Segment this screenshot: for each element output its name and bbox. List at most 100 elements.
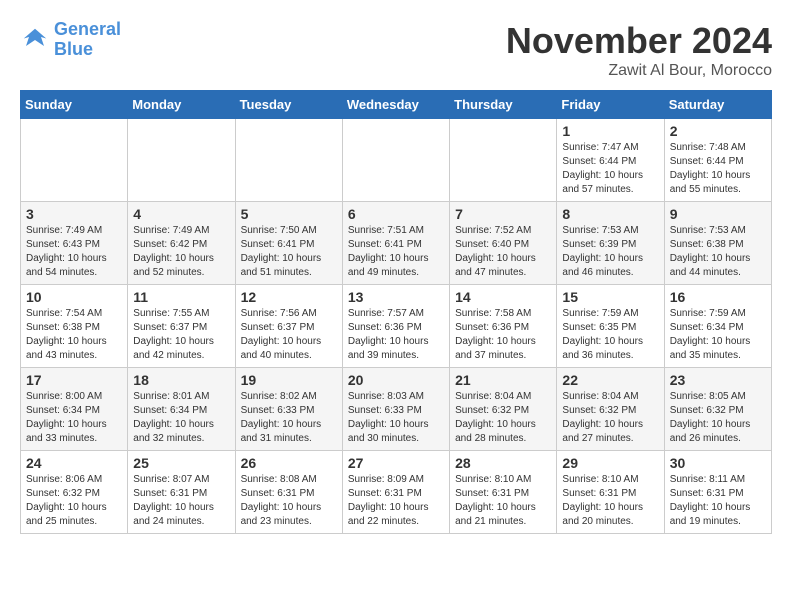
day-number: 5	[241, 206, 337, 222]
day-info: Sunrise: 8:01 AM Sunset: 6:34 PM Dayligh…	[133, 390, 229, 446]
calendar-cell: 22 Sunrise: 8:04 AM Sunset: 6:32 PM Dayli…	[557, 368, 664, 451]
day-number: 2	[670, 123, 766, 139]
day-info: Sunrise: 8:00 AM Sunset: 6:34 PM Dayligh…	[26, 390, 122, 446]
day-number: 26	[241, 455, 337, 471]
calendar-week-row: 24 Sunrise: 8:06 AM Sunset: 6:32 PM Dayli…	[21, 451, 772, 534]
day-info: Sunrise: 7:59 AM Sunset: 6:34 PM Dayligh…	[670, 307, 766, 363]
day-info: Sunrise: 8:06 AM Sunset: 6:32 PM Dayligh…	[26, 473, 122, 529]
calendar-cell: 3Sunrise: 7:49 AM Sunset: 6:43 PM Daylig…	[21, 202, 128, 285]
day-info: Sunrise: 8:11 AM Sunset: 6:31 PM Dayligh…	[670, 473, 766, 529]
day-info: Sunrise: 7:56 AM Sunset: 6:37 PM Dayligh…	[241, 307, 337, 363]
calendar-cell: 11 Sunrise: 7:55 AM Sunset: 6:37 PM Dayli…	[128, 285, 235, 368]
day-number: 3	[26, 206, 122, 222]
logo-text: General Blue	[54, 20, 121, 60]
weekday-header-row: SundayMondayTuesdayWednesdayThursdayFrid…	[21, 91, 772, 119]
calendar-table: SundayMondayTuesdayWednesdayThursdayFrid…	[20, 90, 772, 534]
weekday-header-sunday: Sunday	[21, 91, 128, 119]
day-number: 30	[670, 455, 766, 471]
calendar-cell: 7 Sunrise: 7:52 AM Sunset: 6:40 PM Daylig…	[450, 202, 557, 285]
calendar-cell: 20 Sunrise: 8:03 AM Sunset: 6:33 PM Dayli…	[342, 368, 449, 451]
calendar-cell: 30 Sunrise: 8:11 AM Sunset: 6:31 PM Dayli…	[664, 451, 771, 534]
month-year-title: November 2024	[506, 20, 772, 62]
day-info: Sunrise: 7:50 AM Sunset: 6:41 PM Dayligh…	[241, 224, 337, 280]
day-number: 25	[133, 455, 229, 471]
calendar-cell: 17 Sunrise: 8:00 AM Sunset: 6:34 PM Dayli…	[21, 368, 128, 451]
day-info: Sunrise: 7:47 AM Sunset: 6:44 PM Dayligh…	[562, 141, 658, 197]
calendar-cell: 18 Sunrise: 8:01 AM Sunset: 6:34 PM Dayli…	[128, 368, 235, 451]
calendar-cell: 1Sunrise: 7:47 AM Sunset: 6:44 PM Daylig…	[557, 119, 664, 202]
day-number: 28	[455, 455, 551, 471]
page-header: General Blue November 2024 Zawit Al Bour…	[20, 20, 772, 80]
day-info: Sunrise: 8:07 AM Sunset: 6:31 PM Dayligh…	[133, 473, 229, 529]
day-info: Sunrise: 8:03 AM Sunset: 6:33 PM Dayligh…	[348, 390, 444, 446]
calendar-cell: 23Sunrise: 8:05 AM Sunset: 6:32 PM Dayli…	[664, 368, 771, 451]
day-number: 15	[562, 289, 658, 305]
day-number: 9	[670, 206, 766, 222]
day-number: 21	[455, 372, 551, 388]
calendar-cell: 6 Sunrise: 7:51 AM Sunset: 6:41 PM Daylig…	[342, 202, 449, 285]
day-number: 4	[133, 206, 229, 222]
calendar-cell: 15 Sunrise: 7:59 AM Sunset: 6:35 PM Dayli…	[557, 285, 664, 368]
calendar-week-row: 1Sunrise: 7:47 AM Sunset: 6:44 PM Daylig…	[21, 119, 772, 202]
day-info: Sunrise: 7:53 AM Sunset: 6:38 PM Dayligh…	[670, 224, 766, 280]
weekday-header-tuesday: Tuesday	[235, 91, 342, 119]
calendar-cell: 14 Sunrise: 7:58 AM Sunset: 6:36 PM Dayli…	[450, 285, 557, 368]
day-number: 6	[348, 206, 444, 222]
day-number: 7	[455, 206, 551, 222]
weekday-header-wednesday: Wednesday	[342, 91, 449, 119]
calendar-cell: 10 Sunrise: 7:54 AM Sunset: 6:38 PM Dayli…	[21, 285, 128, 368]
calendar-cell	[235, 119, 342, 202]
weekday-header-thursday: Thursday	[450, 91, 557, 119]
day-info: Sunrise: 8:08 AM Sunset: 6:31 PM Dayligh…	[241, 473, 337, 529]
day-info: Sunrise: 7:57 AM Sunset: 6:36 PM Dayligh…	[348, 307, 444, 363]
calendar-cell	[21, 119, 128, 202]
day-info: Sunrise: 7:59 AM Sunset: 6:35 PM Dayligh…	[562, 307, 658, 363]
calendar-cell: 19Sunrise: 8:02 AM Sunset: 6:33 PM Dayli…	[235, 368, 342, 451]
day-number: 27	[348, 455, 444, 471]
day-info: Sunrise: 8:04 AM Sunset: 6:32 PM Dayligh…	[562, 390, 658, 446]
day-number: 17	[26, 372, 122, 388]
title-block: November 2024 Zawit Al Bour, Morocco	[506, 20, 772, 80]
day-number: 18	[133, 372, 229, 388]
day-number: 13	[348, 289, 444, 305]
calendar-cell: 5 Sunrise: 7:50 AM Sunset: 6:41 PM Daylig…	[235, 202, 342, 285]
weekday-header-saturday: Saturday	[664, 91, 771, 119]
calendar-cell: 9 Sunrise: 7:53 AM Sunset: 6:38 PM Daylig…	[664, 202, 771, 285]
day-info: Sunrise: 8:05 AM Sunset: 6:32 PM Dayligh…	[670, 390, 766, 446]
day-info: Sunrise: 8:10 AM Sunset: 6:31 PM Dayligh…	[455, 473, 551, 529]
day-number: 14	[455, 289, 551, 305]
day-info: Sunrise: 8:09 AM Sunset: 6:31 PM Dayligh…	[348, 473, 444, 529]
calendar-week-row: 17 Sunrise: 8:00 AM Sunset: 6:34 PM Dayli…	[21, 368, 772, 451]
day-number: 20	[348, 372, 444, 388]
calendar-cell: 29Sunrise: 8:10 AM Sunset: 6:31 PM Dayli…	[557, 451, 664, 534]
calendar-cell: 2Sunrise: 7:48 AM Sunset: 6:44 PM Daylig…	[664, 119, 771, 202]
weekday-header-monday: Monday	[128, 91, 235, 119]
day-number: 24	[26, 455, 122, 471]
weekday-header-friday: Friday	[557, 91, 664, 119]
calendar-week-row: 10 Sunrise: 7:54 AM Sunset: 6:38 PM Dayli…	[21, 285, 772, 368]
day-info: Sunrise: 7:51 AM Sunset: 6:41 PM Dayligh…	[348, 224, 444, 280]
calendar-cell: 8Sunrise: 7:53 AM Sunset: 6:39 PM Daylig…	[557, 202, 664, 285]
day-info: Sunrise: 7:49 AM Sunset: 6:42 PM Dayligh…	[133, 224, 229, 280]
day-number: 10	[26, 289, 122, 305]
day-number: 22	[562, 372, 658, 388]
logo-line2: Blue	[54, 39, 93, 59]
day-info: Sunrise: 7:58 AM Sunset: 6:36 PM Dayligh…	[455, 307, 551, 363]
day-info: Sunrise: 7:55 AM Sunset: 6:37 PM Dayligh…	[133, 307, 229, 363]
day-info: Sunrise: 7:54 AM Sunset: 6:38 PM Dayligh…	[26, 307, 122, 363]
day-info: Sunrise: 8:10 AM Sunset: 6:31 PM Dayligh…	[562, 473, 658, 529]
calendar-week-row: 3Sunrise: 7:49 AM Sunset: 6:43 PM Daylig…	[21, 202, 772, 285]
day-info: Sunrise: 8:02 AM Sunset: 6:33 PM Dayligh…	[241, 390, 337, 446]
day-number: 11	[133, 289, 229, 305]
logo-bird-icon	[20, 25, 50, 55]
day-number: 16	[670, 289, 766, 305]
calendar-cell: 24 Sunrise: 8:06 AM Sunset: 6:32 PM Dayli…	[21, 451, 128, 534]
day-info: Sunrise: 7:53 AM Sunset: 6:39 PM Dayligh…	[562, 224, 658, 280]
logo-line1: General	[54, 19, 121, 39]
calendar-cell	[128, 119, 235, 202]
day-info: Sunrise: 7:52 AM Sunset: 6:40 PM Dayligh…	[455, 224, 551, 280]
calendar-cell	[450, 119, 557, 202]
calendar-cell: 4 Sunrise: 7:49 AM Sunset: 6:42 PM Daylig…	[128, 202, 235, 285]
calendar-cell	[342, 119, 449, 202]
calendar-cell: 12Sunrise: 7:56 AM Sunset: 6:37 PM Dayli…	[235, 285, 342, 368]
